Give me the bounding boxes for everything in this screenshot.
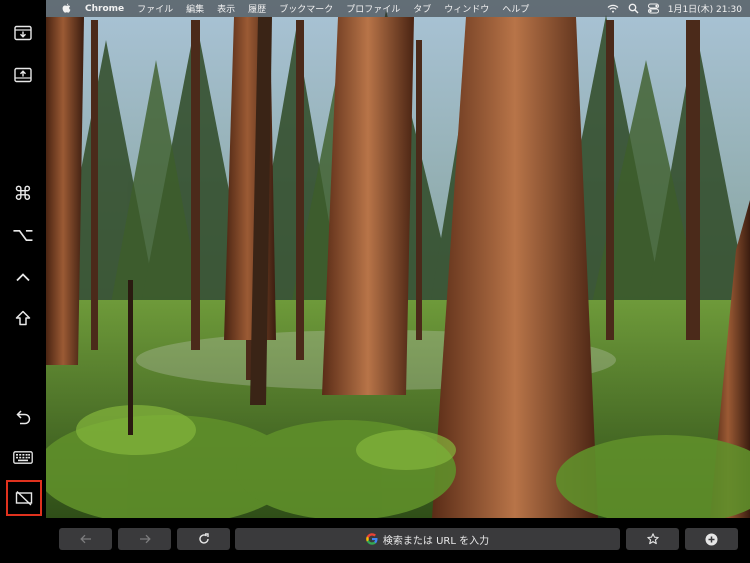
address-bar[interactable]: 検索または URL を入力 [235,528,620,550]
control-key-button[interactable] [8,262,38,292]
command-key-button[interactable]: ⌘ [8,179,38,209]
desktop-wallpaper: Chrome ファイル 編集 表示 履歴 ブックマーク プロファイル タブ ウィ… [46,0,750,518]
menu-bar-status-area: 1月1日(木) 21:30 [607,0,742,17]
google-icon [366,533,378,545]
menu-item-profiles[interactable]: プロファイル [346,2,400,15]
undo-button[interactable] [8,402,38,432]
menu-item-view[interactable]: 表示 [217,2,235,15]
menu-item-history[interactable]: 履歴 [248,2,266,15]
undo-icon [16,410,31,425]
reload-button[interactable] [177,528,230,550]
shift-icon [15,310,31,326]
display-off-icon [15,490,33,506]
option-icon: ⌥ [12,223,34,246]
arrow-right-icon [139,534,151,544]
shift-key-button[interactable] [8,303,38,333]
tray-download-icon [14,25,32,41]
keyboard-icon [13,450,33,464]
sidecar-toolbar: ⌘ ⌥ [0,0,46,518]
menu-bar: Chrome ファイル 編集 表示 履歴 ブックマーク プロファイル タブ ウィ… [46,0,750,17]
bookmark-button[interactable] [626,528,679,550]
menu-item-bookmarks[interactable]: ブックマーク [279,2,333,15]
option-key-button[interactable]: ⌥ [8,220,38,250]
new-tab-button[interactable] [685,528,738,550]
star-icon [646,533,659,545]
control-icon [16,273,30,282]
menu-app-name[interactable]: Chrome [85,4,124,14]
plus-circle-icon [705,533,718,545]
search-icon[interactable] [628,3,639,14]
control-center-icon[interactable] [647,3,659,14]
menu-item-help[interactable]: ヘルプ [502,2,529,15]
tray-upload-icon [14,67,32,83]
menu-item-window[interactable]: ウィンドウ [444,2,489,15]
browser-control-bar: 検索または URL を入力 [0,518,750,563]
command-icon: ⌘ [13,182,33,205]
export-screen-button[interactable] [8,60,38,90]
menu-item-file[interactable]: ファイル [137,2,173,15]
apple-icon[interactable] [62,3,71,14]
reload-icon [198,533,209,544]
import-screen-button[interactable] [8,18,38,48]
toggle-display-button[interactable] [6,480,42,516]
menu-item-tab[interactable]: タブ [413,2,431,15]
menu-bar-clock[interactable]: 1月1日(木) 21:30 [668,2,742,15]
menu-item-edit[interactable]: 編集 [186,2,204,15]
arrow-left-icon [79,534,91,544]
address-bar-placeholder: 検索または URL を入力 [382,535,490,547]
forest-wallpaper-image [46,0,750,518]
forward-button[interactable] [118,528,171,550]
keyboard-button[interactable] [8,442,38,472]
wifi-icon[interactable] [607,4,619,13]
back-button[interactable] [59,528,112,550]
